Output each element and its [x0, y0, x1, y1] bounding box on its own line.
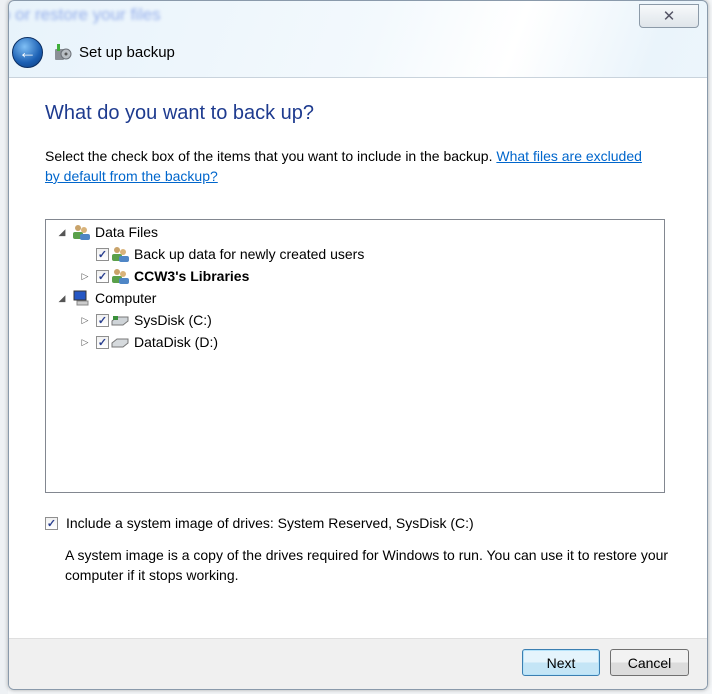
dialog-footer: Next Cancel [9, 638, 707, 689]
back-arrow-icon: ← [18, 42, 37, 62]
cancel-button[interactable]: Cancel [610, 649, 689, 676]
tree-item-label: SysDisk (C:) [134, 312, 212, 328]
next-button[interactable]: Next [522, 649, 600, 676]
expand-arrow-icon[interactable]: ▷ [79, 271, 91, 282]
drive-icon [111, 338, 129, 348]
expand-arrow-icon[interactable]: ▷ [79, 315, 91, 326]
tree-item-datadisk[interactable]: ▷ ✓ DataDisk (D:) [79, 332, 218, 352]
tree-item-new-users[interactable]: ✓ Back up data for newly created users [96, 244, 364, 264]
instruction-text: Select the check box of the items that y… [45, 146, 645, 186]
expand-arrow-icon[interactable]: ▷ [79, 337, 91, 348]
system-image-label: Include a system image of drives: System… [66, 515, 474, 531]
tree-item-label: Data Files [95, 224, 159, 240]
background-window-edge [0, 0, 8, 694]
checkbox-sysdisk[interactable]: ✓ [96, 313, 109, 327]
close-icon: ✕ [662, 8, 676, 25]
window-title: Set up backup [79, 44, 175, 61]
users-icon [73, 225, 90, 240]
background-window-title: p or restore your files [8, 5, 161, 24]
checkbox-new-users[interactable]: ✓ [96, 247, 109, 261]
backup-icon [55, 44, 72, 60]
system-image-option[interactable]: ✓ Include a system image of drives: Syst… [45, 515, 474, 531]
system-image-description: A system image is a copy of the drives r… [65, 547, 669, 583]
page-heading: What do you want to back up? [45, 102, 315, 124]
checkbox-libraries[interactable]: ✓ [96, 269, 109, 283]
collapse-arrow-icon[interactable]: ◢ [56, 227, 68, 238]
system-drive-icon [111, 316, 129, 326]
tree-item-computer[interactable]: ◢ Computer [56, 288, 157, 308]
tree-item-label: DataDisk (D:) [134, 334, 219, 350]
tree-item-label: CCW3's Libraries [134, 268, 250, 284]
collapse-arrow-icon[interactable]: ◢ [56, 293, 68, 304]
tree-item-label: Back up data for newly created users [134, 246, 365, 262]
checkbox-datadisk[interactable]: ✓ [96, 335, 109, 349]
back-button[interactable]: ← [12, 37, 43, 68]
users-icon [112, 269, 129, 284]
close-button[interactable]: ✕ [639, 4, 699, 28]
backup-items-tree[interactable]: ◢ Data Files ✓ Back up data for newly cr… [45, 219, 665, 493]
tree-item-sysdisk[interactable]: ▷ ✓ SysDisk (C:) [79, 310, 212, 330]
system-image-checkbox[interactable]: ✓ [45, 516, 58, 530]
setup-backup-dialog: p or restore your files ✕ ← Set up backu… [8, 0, 708, 690]
tree-item-label: Computer [95, 290, 157, 306]
tree-item-libraries[interactable]: ▷ ✓ CCW3's Libraries [79, 266, 249, 286]
computer-icon [73, 290, 89, 306]
instruction-label: Select the check box of the items that y… [45, 148, 497, 164]
tree-item-data-files[interactable]: ◢ Data Files [56, 222, 158, 242]
users-icon [112, 247, 129, 262]
content-area: What do you want to back up? Select the … [9, 77, 707, 638]
